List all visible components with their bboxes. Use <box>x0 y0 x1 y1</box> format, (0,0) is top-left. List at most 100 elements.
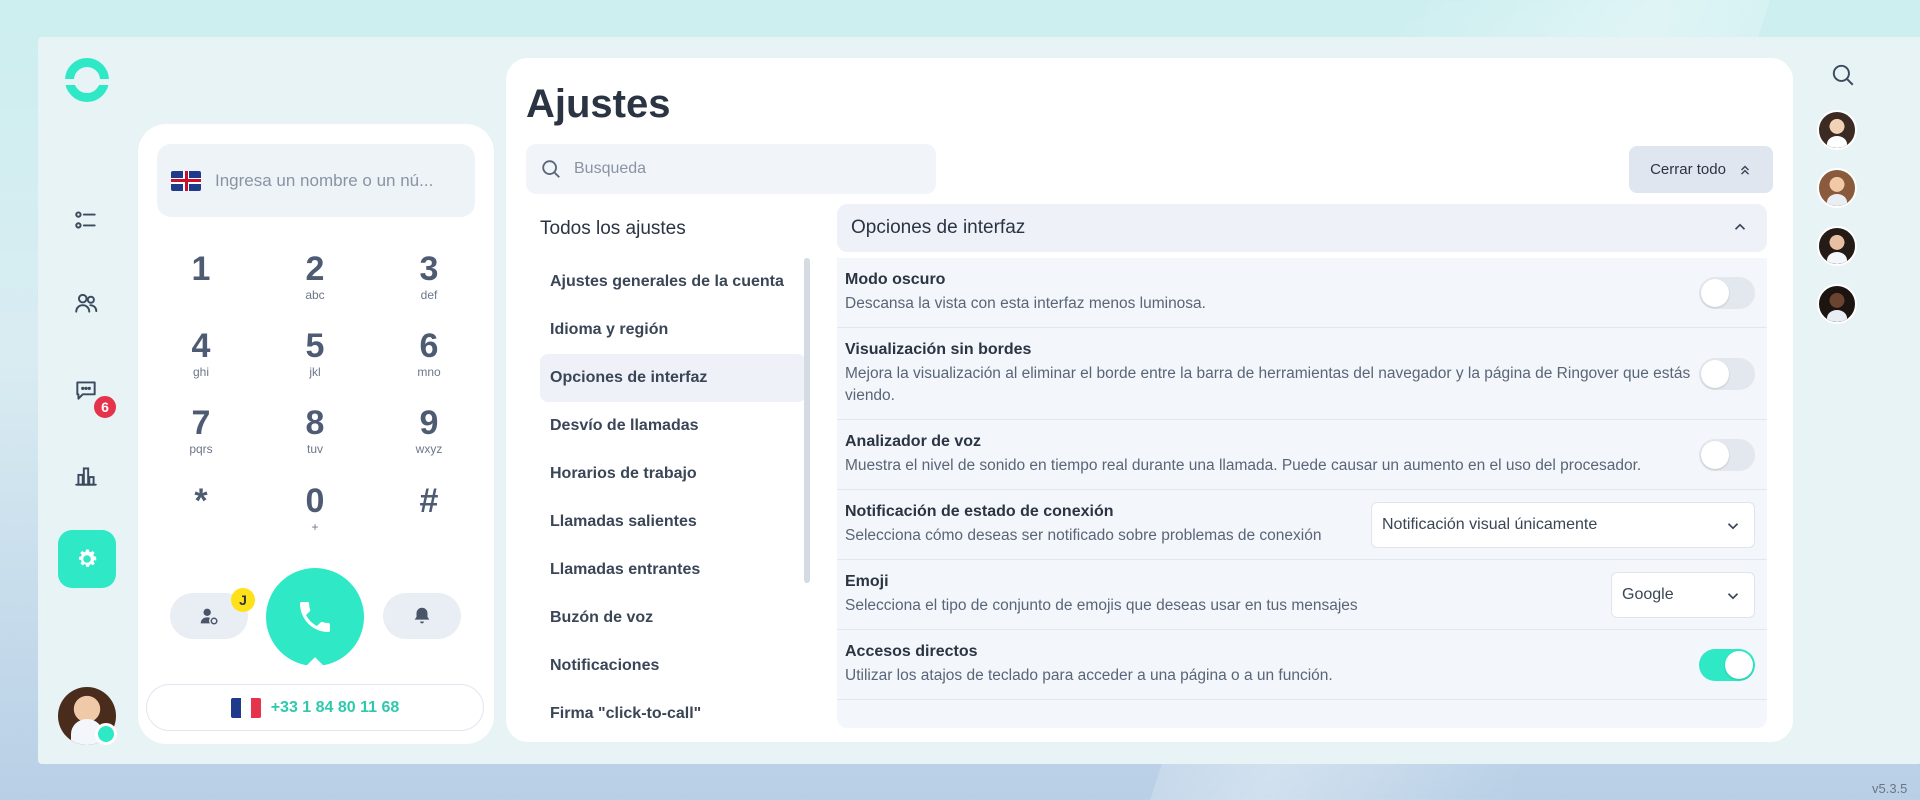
settings-nav-item[interactable]: Notificaciones <box>540 642 806 690</box>
contact-avatar-icon[interactable] <box>1817 168 1857 208</box>
dial-key[interactable]: 1 <box>156 250 246 320</box>
setting-name: Accesos directos <box>845 643 978 660</box>
do-not-disturb-button[interactable] <box>383 593 461 639</box>
setting-description: Descansa la vista con esta interfaz meno… <box>845 295 1206 312</box>
dial-key[interactable]: * <box>156 482 246 552</box>
contact-avatar-icon[interactable] <box>1817 226 1857 266</box>
setting-toggle[interactable] <box>1699 277 1755 309</box>
settings-nav-title: Todos los ajustes <box>540 218 686 239</box>
close-all-label: Cerrar todo <box>1650 161 1726 178</box>
dial-input-placeholder: Ingresa un nombre o un nú... <box>215 170 434 190</box>
call-button[interactable] <box>266 568 364 666</box>
dial-key[interactable]: 0 + <box>270 482 360 552</box>
setting-row: Analizador de voz Muestra el nivel de son… <box>837 420 1767 490</box>
settings-nav-item[interactable]: Llamadas entrantes <box>540 546 806 594</box>
dial-key[interactable]: 8 tuv <box>270 404 360 474</box>
dial-key-digit: 9 <box>419 404 439 442</box>
settings-nav-item[interactable]: Buzón de voz <box>540 594 806 642</box>
nav-scrollbar[interactable] <box>804 258 810 583</box>
dial-key-digit: 1 <box>191 250 211 288</box>
dial-key[interactable]: 6 mno <box>384 327 474 397</box>
uk-flag-icon[interactable] <box>171 170 201 191</box>
section-title: Opciones de interfaz <box>851 217 1026 238</box>
setting-select[interactable]: Notificación visual únicamente <box>1371 502 1755 548</box>
global-search-button[interactable] <box>1830 62 1856 93</box>
dial-key-letters: abc <box>305 288 325 302</box>
settings-nav-item[interactable]: Idioma y región <box>540 306 806 354</box>
settings-panel: Ajustes Busqueda Cerrar todo Todos los a… <box>506 58 1793 742</box>
dial-key[interactable]: 7 pqrs <box>156 404 246 474</box>
ringover-logo <box>62 58 112 102</box>
dial-key-letters: jkl <box>309 365 321 379</box>
dial-key-digit: 7 <box>191 404 211 442</box>
setting-description: Muestra el nivel de sonido en tiempo rea… <box>845 457 1642 474</box>
setting-select-value: Google <box>1622 586 1674 603</box>
dial-key[interactable]: 3 def <box>384 250 474 320</box>
setting-toggle[interactable] <box>1699 358 1755 390</box>
setting-row: Accesos directos Utilizar los atajos de t… <box>837 630 1767 700</box>
setting-name: Modo oscuro <box>845 271 946 288</box>
settings-icon[interactable] <box>58 530 116 588</box>
setting-row: Visualización sin bordes Mejora la visual… <box>837 328 1767 420</box>
search-icon <box>542 160 560 178</box>
dial-key-digit: 4 <box>191 327 211 365</box>
dial-key-digit: 2 <box>305 250 325 288</box>
contacts-icon[interactable] <box>62 279 110 327</box>
section-header-interface-options[interactable]: Opciones de interfaz <box>837 204 1767 252</box>
settings-nav: Ajustes generales de la cuenta Idioma y r… <box>540 258 806 728</box>
search-icon <box>1832 64 1854 86</box>
dial-key-digit: # <box>419 482 439 520</box>
dial-key[interactable]: 4 ghi <box>156 327 246 397</box>
phone-icon <box>300 602 330 632</box>
setting-name: Analizador de voz <box>845 433 982 450</box>
contact-avatar-icon[interactable] <box>1817 110 1857 150</box>
dial-key[interactable]: 5 jkl <box>270 327 360 397</box>
settings-nav-item[interactable]: Firma "click-to-call" <box>540 690 806 728</box>
caller-id-selector[interactable]: +33 1 84 80 11 68 <box>146 684 484 731</box>
setting-description: Selecciona el tipo de conjunto de emojis… <box>845 597 1358 614</box>
setting-toggle[interactable] <box>1699 439 1755 471</box>
online-status-icon <box>95 723 117 745</box>
dial-key[interactable]: 9 wxyz <box>384 404 474 474</box>
page-title: Ajustes <box>526 82 671 126</box>
dial-key-letters: pqrs <box>189 442 213 456</box>
settings-search-input[interactable]: Busqueda <box>526 144 936 194</box>
setting-description: Selecciona cómo deseas ser notificado so… <box>845 527 1322 544</box>
dial-key-digit: 6 <box>419 327 439 365</box>
app-version: v5.3.5 <box>1872 781 1908 796</box>
dial-key-letters: mno <box>417 365 441 379</box>
dial-key[interactable]: 2 abc <box>270 250 360 320</box>
setting-name: Visualización sin bordes <box>845 341 1032 358</box>
settings-list: Modo oscuro Descansa la vista con esta in… <box>837 258 1767 728</box>
settings-nav-item[interactable]: Opciones de interfaz <box>540 354 806 402</box>
settings-nav-item[interactable]: Horarios de trabajo <box>540 450 806 498</box>
setting-row: Modo oscuro Descansa la vista con esta in… <box>837 258 1767 328</box>
setting-select[interactable]: Google <box>1611 572 1755 618</box>
settings-nav-item[interactable]: Llamadas salientes <box>540 498 806 546</box>
setting-row: Notificación de estado de conexión Selecc… <box>837 490 1767 560</box>
dial-key-digit: 0 <box>305 482 325 520</box>
chevron-down-icon <box>1727 523 1739 530</box>
france-flag-icon <box>230 697 261 718</box>
contact-avatar-icon[interactable] <box>1817 284 1857 324</box>
j-badge: J <box>231 588 255 612</box>
collapse-all-icon <box>1740 165 1749 175</box>
tasks-icon[interactable] <box>62 196 110 244</box>
settings-nav-item[interactable]: Ajustes generales de la cuenta <box>540 258 806 306</box>
dial-key-digit: 3 <box>419 250 439 288</box>
stats-icon[interactable] <box>62 452 110 500</box>
setting-description: Utilizar los atajos de teclado para acce… <box>845 667 1333 684</box>
caller-id-number: +33 1 84 80 11 68 <box>270 698 400 716</box>
chevron-down-icon <box>1727 593 1739 600</box>
chevron-up-icon <box>1734 223 1746 230</box>
dial-input[interactable]: Ingresa un nombre o un nú... <box>157 144 475 217</box>
setting-toggle[interactable] <box>1699 649 1755 681</box>
settings-nav-item[interactable]: Desvío de llamadas <box>540 402 806 450</box>
setting-select-value: Notificación visual únicamente <box>1382 516 1598 533</box>
setting-description: Mejora la visualización al eliminar el b… <box>845 365 1691 404</box>
search-placeholder: Busqueda <box>574 160 647 177</box>
dial-key[interactable]: # <box>384 482 474 552</box>
close-all-button[interactable]: Cerrar todo <box>1629 146 1773 193</box>
dial-key-letters: wxyz <box>415 442 443 456</box>
dial-key-digit: 8 <box>305 404 325 442</box>
